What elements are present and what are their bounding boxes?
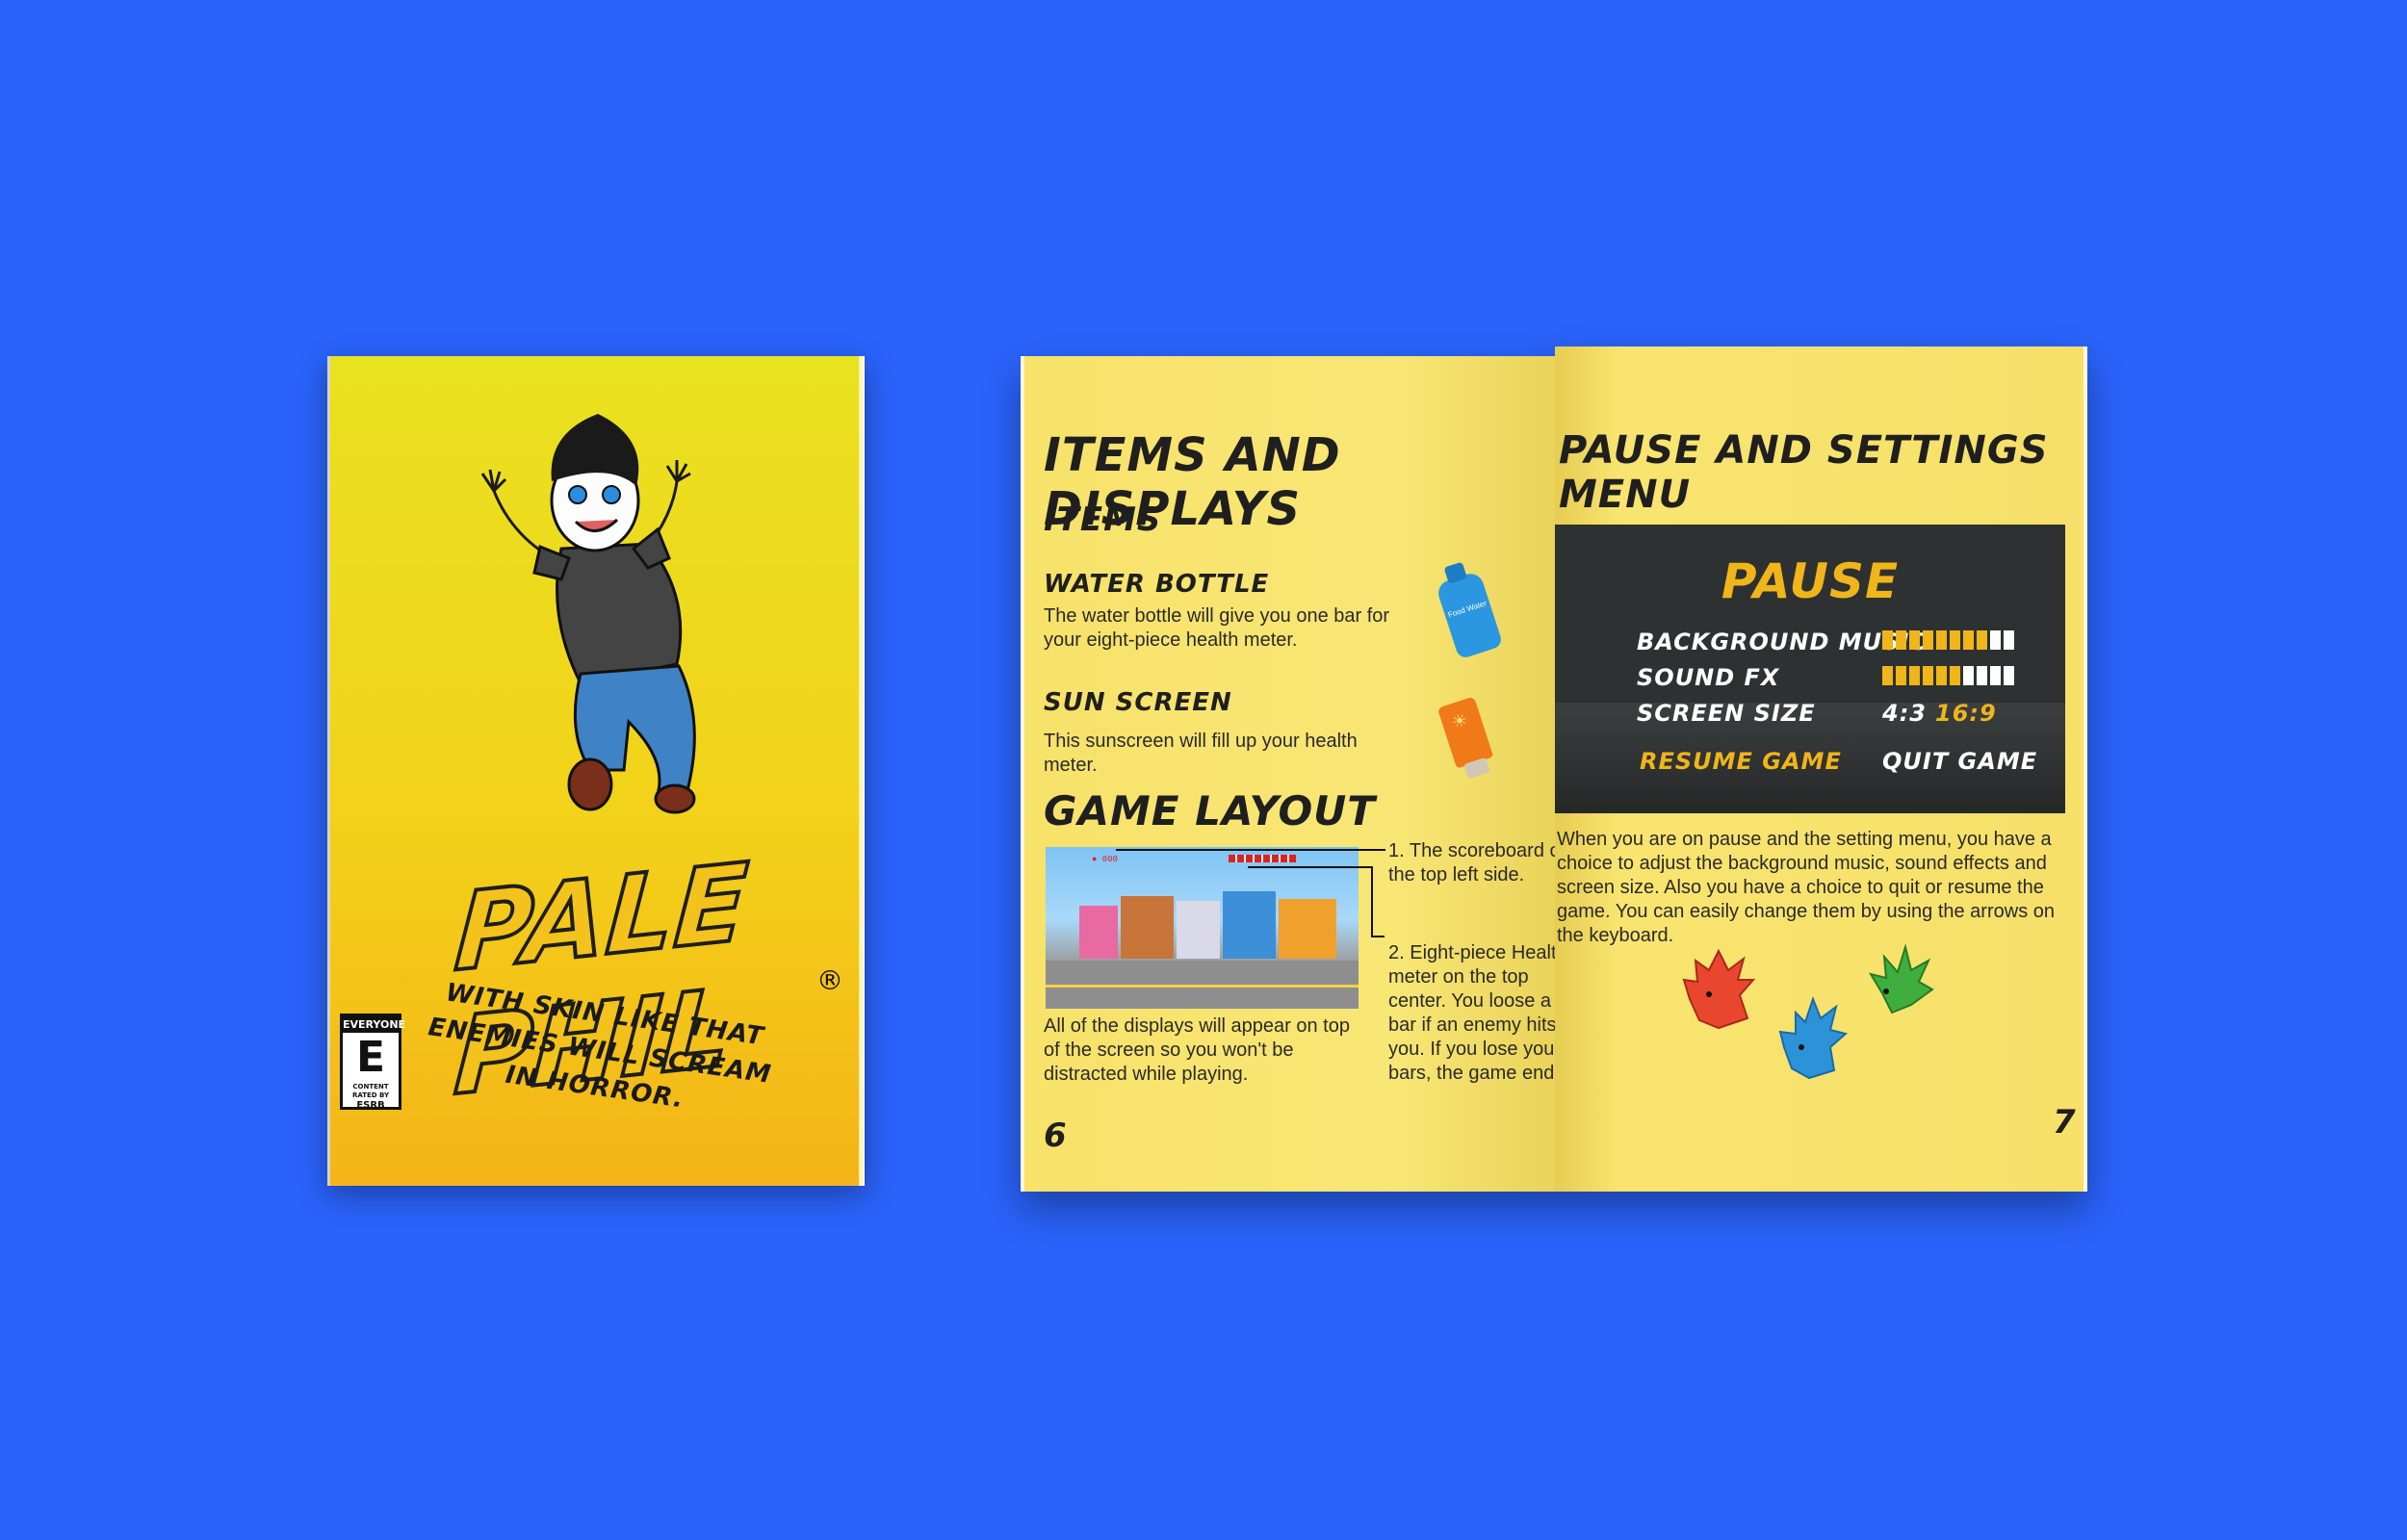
pause-menu-screenshot: PAUSE BACKGROUND MUSIC SOUND FX SCREEN S…: [1555, 525, 2065, 813]
displays-text: All of the displays will appear on top o…: [1044, 1015, 1350, 1085]
volume-bar-segment: [1990, 630, 2001, 650]
right-eye: [602, 485, 621, 504]
volume-bar-segment: [1882, 630, 1893, 650]
sunscreen-icon: ☀: [1436, 696, 1494, 780]
shirt: [556, 542, 683, 685]
esrb-top-label: EVERYONE: [343, 1016, 406, 1033]
screen-size-4-3-option: 4:3: [1882, 700, 1927, 727]
callout-line-2-vertical: [1371, 866, 1373, 936]
pause-title: PAUSE: [1721, 553, 1900, 609]
volume-bar-segment: [1909, 666, 1920, 685]
water-bottle-icon: Food Water: [1435, 561, 1504, 660]
blue-monster-illustration: [1778, 996, 1849, 1080]
left-shoe: [567, 757, 613, 811]
volume-bar-segment: [1909, 630, 1920, 650]
sound-fx-volume-bars: [1882, 666, 2014, 685]
callout-line-1: [1116, 849, 1385, 851]
sun-screen-heading: SUN SCREEN: [1044, 688, 1232, 717]
esrb-bottom-line-1: CONTENT RATED BY: [351, 1083, 390, 1099]
health-meter-callout-text: 2. Eight-piece Health meter on the top c…: [1388, 942, 1569, 1084]
resume-game-option: RESUME GAME: [1640, 748, 1842, 775]
water-bottle-cap: [1443, 561, 1468, 584]
right-hand: [665, 460, 691, 483]
left-hand: [480, 469, 507, 493]
volume-bar-segment: [1950, 630, 1960, 650]
volume-bar-segment: [1977, 630, 1987, 650]
volume-bar-segment: [1923, 630, 1933, 650]
thumb-building-blue: [1223, 891, 1276, 959]
volume-bar-segment: [1936, 666, 1947, 685]
pause-menu-description: When you are on pause and the setting me…: [1557, 829, 2055, 946]
esrb-rating-badge: EVERYONE E CONTENT RATED BY ESRB: [340, 1014, 406, 1111]
page-number-7: 7: [2053, 1103, 2076, 1142]
game-layout-screenshot: ● 000: [1046, 847, 1359, 1009]
cover-page-edge: [859, 356, 865, 1186]
sound-fx-label: SOUND FX: [1637, 664, 1780, 691]
quit-game-option: QUIT GAME: [1882, 748, 2038, 775]
sun-screen-text: This sunscreen will fill up your health …: [1044, 731, 1358, 776]
screen-size-label: SCREEN SIZE: [1637, 700, 1816, 727]
volume-bar-segment: [1896, 666, 1906, 685]
page-7-heading: PAUSE AND SETTINGS MENU: [1559, 428, 2049, 517]
volume-bar-segment: [2004, 630, 2014, 650]
items-heading: ITEMS: [1044, 500, 1162, 539]
water-bottle-text: The water bottle will give you one bar f…: [1044, 605, 1390, 651]
thumb-building-pink: [1079, 906, 1118, 959]
red-monster-illustration: [1682, 948, 1756, 1030]
green-monster-illustration: [1868, 943, 1934, 1014]
water-bottle-heading: WATER BOTTLE: [1044, 570, 1270, 599]
screen-size-16-9-option: 16:9: [1935, 700, 1997, 727]
background-music-volume-bars: [1882, 630, 2014, 650]
callout-line-2-bottom: [1371, 936, 1385, 937]
thumb-building-orange: [1279, 899, 1336, 959]
esrb-bottom-line-2: ESRB: [356, 1100, 385, 1111]
right-shoe: [654, 783, 696, 814]
volume-bar-segment: [1963, 666, 1974, 685]
left-eye: [568, 485, 587, 504]
cover-booklet: PALE PHIL ® WITH SKIN LIKE THAT ENEMIES …: [327, 356, 865, 1186]
game-layout-heading: GAME LAYOUT: [1044, 787, 1376, 834]
volume-bar-segment: [1950, 666, 1960, 685]
volume-bar-segment: [1936, 630, 1947, 650]
volume-bar-segment: [1882, 666, 1893, 685]
water-bottle-label: Food Water: [1446, 599, 1488, 620]
callout-line-2-top: [1248, 866, 1373, 868]
thumb-building-brown: [1121, 896, 1174, 959]
page-7: PAUSE AND SETTINGS MENU PAUSE BACKGROUND…: [1555, 346, 2087, 1192]
open-booklet-spread: ITEMS AND DISPLAYS ITEMS WATER BOTTLE Th…: [1021, 346, 2087, 1194]
thumb-building-white: [1177, 901, 1220, 959]
thumb-scoreboard: ● 000: [1092, 855, 1119, 864]
page-6: ITEMS AND DISPLAYS ITEMS WATER BOTTLE Th…: [1021, 356, 1571, 1192]
volume-bar-segment: [1990, 666, 2001, 685]
pale-phil-character-illustration: [480, 414, 696, 814]
thumb-road-stripe: [1046, 985, 1359, 988]
page-number-6: 6: [1044, 1116, 1067, 1155]
thumb-health-meter: [1229, 855, 1296, 862]
volume-bar-segment: [1977, 666, 1987, 685]
scoreboard-callout-text: 1. The scoreboard on the top left side.: [1388, 840, 1571, 886]
registered-mark: ®: [816, 964, 843, 996]
volume-bar-segment: [2004, 666, 2014, 685]
volume-bar-segment: [1963, 630, 1974, 650]
sun-icon: ☀: [1449, 709, 1471, 734]
volume-bar-segment: [1923, 666, 1933, 685]
sunscreen-cap: [1463, 757, 1490, 780]
volume-bar-segment: [1896, 630, 1906, 650]
esrb-letter: E: [355, 1033, 386, 1082]
